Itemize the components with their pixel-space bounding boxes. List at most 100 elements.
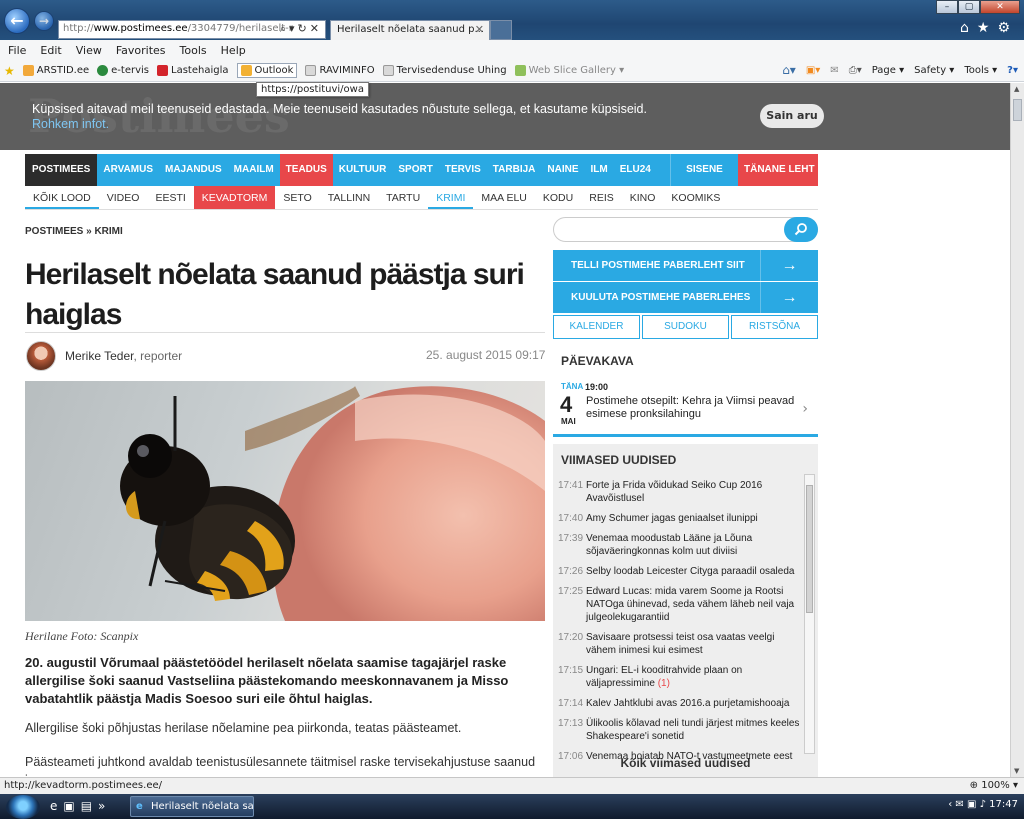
nav-ilm[interactable]: ILM [585,154,614,186]
subnav-tallinn[interactable]: TALLINN [320,186,378,209]
zoom-level[interactable]: ⊕ 100% ▾ [970,778,1018,794]
list-item[interactable]: 17:20 Savisaare protsessi teist osa vaata… [553,628,803,661]
start-button[interactable] [6,795,40,819]
address-tools-icons[interactable]: ⌕▾↻✕ [280,22,322,36]
search-button[interactable] [784,217,818,242]
subnav-video[interactable]: VIDEO [99,186,148,209]
list-item[interactable]: 17:25 Edward Lucas: mida varem Soome ja R… [553,582,803,628]
fav-raviminfo[interactable]: RAVIMINFO [305,65,375,76]
menu-help[interactable]: Help [221,44,246,57]
news-scroll-thumb[interactable] [806,485,813,613]
list-item[interactable]: 17:14 Kalev Jahtklubi avas 2016.a purjeta… [553,694,803,714]
maximize-button[interactable]: ▢ [958,0,980,14]
nav-maailm[interactable]: MAAILM [228,154,280,186]
subnav-kodu[interactable]: KODU [535,186,581,209]
list-item[interactable]: 17:13 Ülikoolis kõlavad neli tundi järjes… [553,714,803,747]
fav-outlook[interactable]: Outlook [236,63,298,78]
list-item[interactable]: 17:41 Forte ja Frida võidukad Seiko Cup 2… [553,476,803,509]
scroll-down-icon[interactable]: ▼ [1014,767,1019,775]
tools-menu[interactable]: Tools ▾ [964,65,997,76]
login-link[interactable]: SISENE [670,154,738,186]
back-button[interactable]: ← [4,8,30,34]
fav-tervisedenduse[interactable]: Tervisedenduse Uhing [382,65,507,76]
mail-icon[interactable]: ✉ [830,65,838,76]
fav-web-slice-gallery[interactable]: Web Slice Gallery ▾ [514,65,624,76]
safety-menu[interactable]: Safety ▾ [914,65,954,76]
favorites-star-icon[interactable]: ★ [4,64,15,78]
menu-tools[interactable]: Tools [180,44,207,57]
subscribe-paper-button[interactable]: TELLI POSTIMEHE PABERLEHT SIIT → [553,250,818,281]
tab-kalender[interactable]: KALENDER [553,315,640,339]
article-lead: 20. augustil Võrumaal päästetöödel heril… [25,655,509,706]
subnav-koomiks[interactable]: KOOMIKS [663,186,728,209]
cookie-accept-button[interactable]: Sain aru [760,104,824,128]
list-item[interactable]: 17:40 Amy Schumer jagas geniaalset ilunip… [553,509,803,529]
list-item[interactable]: 17:39 Venemaa moodustab Lääne ja Lõuna sõ… [553,529,803,562]
subnav-seto[interactable]: SETO [275,186,319,209]
subnav-kevadtorm[interactable]: KEVADTORM [193,186,276,209]
latest-news-widget: VIIMASED UUDISED 17:41 Forte ja Frida või… [553,444,818,777]
rss-icon[interactable]: ▣▾ [806,65,820,76]
subnav-tartu[interactable]: TARTU [378,186,428,209]
scroll-up-icon[interactable]: ▲ [1014,85,1019,93]
breadcrumb[interactable]: POSTIMEES » KRIMI [25,226,123,237]
nav-naine[interactable]: NAINE [541,154,584,186]
tray-icons[interactable]: ‹ ✉ ▣ ♪ [948,799,989,810]
nav-elu24[interactable]: ELU24 [614,154,657,186]
close-window-button[interactable]: ✕ [980,0,1020,14]
taskbar-browser-item[interactable]: e Herilaselt nõelata sa... [130,796,254,817]
menu-favorites[interactable]: Favorites [116,44,166,57]
cookie-more-link[interactable]: Rohkem infot. [32,117,109,131]
subnav-maa-elu[interactable]: MAA ELU [473,186,535,209]
nav-teadus[interactable]: TEADUS [279,154,333,186]
todays-paper-link[interactable]: TÄNANE LEHT [738,154,818,186]
subnav-kino[interactable]: KINO [622,186,664,209]
all-news-link[interactable]: Kõik viimased uudised [553,756,818,770]
article-photo[interactable] [25,381,545,621]
schedule-event[interactable]: TÄNA 19:00 4 MAI Postimehe otsepilt: Keh… [553,375,818,437]
menu-file[interactable]: File [8,44,26,57]
nav-tervis[interactable]: TERVIS [439,154,487,186]
sub-navigation: KÕIK LOOD VIDEO EESTI KEVADTORM SETO TAL… [25,186,818,210]
nav-kultuur[interactable]: KULTUUR [333,154,393,186]
nav-postimees[interactable]: POSTIMEES [25,154,98,186]
new-tab-button[interactable] [490,20,512,40]
advertise-paper-button[interactable]: KUULUTA POSTIMEHE PABERLEHES → [553,282,818,313]
subnav-krimi[interactable]: KRIMI [428,186,474,209]
list-item[interactable]: 17:15 Ungari: EL-i kooditrahvide plaan on… [553,661,803,694]
fav-e-tervis[interactable]: e-tervis [97,65,149,76]
nav-majandus[interactable]: MAJANDUS [159,154,228,186]
tab-sudoku[interactable]: SUDOKU [642,315,729,339]
minimize-button[interactable]: – [936,0,958,14]
tab-ristsona[interactable]: RISTSÕNA [731,315,818,339]
address-bar[interactable]: http://www.postimees.ee/3304779/herilase… [58,20,326,39]
home-icon[interactable]: ⌂▾ [782,63,796,77]
nav-sport[interactable]: SPORT [392,154,438,186]
nav-arvamus[interactable]: ARVAMUS [97,154,159,186]
menu-edit[interactable]: Edit [40,44,61,57]
list-item[interactable]: 17:26 Selby loodab Leicester Cityga paraa… [553,562,803,582]
clock[interactable]: 17:47 [989,799,1018,810]
fav-arstid[interactable]: ARSTID.ee [22,65,89,76]
help-icon[interactable]: ?▾ [1007,65,1018,76]
tab-close-icon[interactable]: ✕ [475,23,484,36]
quick-launch-icons[interactable]: e▣▤» [50,799,111,813]
fav-lastehaigla[interactable]: Lastehaigla [157,65,229,76]
author-name[interactable]: Merike Teder [65,349,133,363]
forward-button[interactable]: → [34,11,54,31]
nav-tarbija[interactable]: TARBIJA [487,154,542,186]
subnav-eesti[interactable]: EESTI [147,186,193,209]
menu-view[interactable]: View [76,44,102,57]
page-scrollbar[interactable]: ▲ ▼ [1010,83,1024,777]
page-menu[interactable]: Page ▾ [872,65,904,76]
search-input[interactable] [553,217,818,242]
print-icon[interactable]: ⎙▾ [849,65,862,76]
menu-bar: File Edit View Favorites Tools Help [0,40,1024,60]
subnav-reis[interactable]: REIS [581,186,622,209]
news-scrollbar[interactable] [804,474,815,754]
browser-tab[interactable]: Herilaselt nõelata saanud p... ✕ [330,20,490,40]
page-scroll-thumb[interactable] [1013,99,1022,121]
home-favorites-settings-icons[interactable]: ⌂★⚙ [960,20,1018,36]
author-avatar[interactable] [26,341,56,371]
subnav-koik-lood[interactable]: KÕIK LOOD [25,186,99,209]
